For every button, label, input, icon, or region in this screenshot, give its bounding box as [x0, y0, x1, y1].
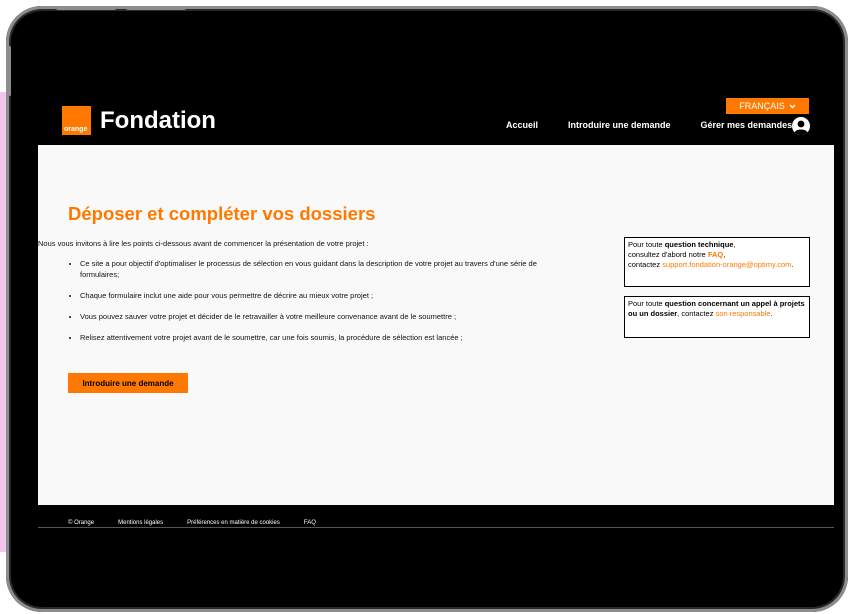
help-text: .: [791, 259, 794, 269]
footer-links: © Orange Mentions légales Préférences en…: [68, 520, 316, 526]
instructions-list: Ce site a pour objectif d'optimaliser le…: [80, 259, 570, 353]
list-item: Ce site a pour objectif d'optimaliser le…: [80, 259, 570, 281]
help-text: ,: [723, 249, 726, 259]
orange-logo[interactable]: orange: [62, 106, 91, 135]
footer-link-copyright[interactable]: © Orange: [68, 520, 94, 526]
project-help-box: Pour toute question concernant un appel …: [624, 296, 810, 338]
help-text: consultez d'abord notre: [628, 249, 708, 259]
help-text: ,: [733, 240, 736, 249]
list-item: Chaque formulaire inclut une aide pour v…: [80, 291, 570, 302]
help-text: Pour toute: [628, 299, 665, 308]
tablet-side-button: [8, 46, 11, 96]
logo-small-text: orange: [64, 126, 88, 133]
help-bold-text: question technique: [664, 240, 734, 249]
main-nav: Accueil Introduire une demande Gérer mes…: [506, 120, 792, 130]
nav-accueil[interactable]: Accueil: [506, 120, 538, 130]
tablet-volume-button-2: [126, 6, 186, 10]
screen: orange Fondation FRANÇAIS Accueil Introd…: [38, 66, 834, 586]
nav-gerer-demandes[interactable]: Gérer mes demandes: [701, 120, 793, 130]
tablet-frame: orange Fondation FRANÇAIS Accueil Introd…: [6, 6, 848, 612]
footer-link-mentions[interactable]: Mentions légales: [118, 520, 163, 526]
technical-help-box: Pour toute question technique, consultez…: [624, 237, 810, 287]
faq-link[interactable]: FAQ: [708, 250, 723, 259]
footer-link-faq[interactable]: FAQ: [304, 520, 316, 526]
page-title: Déposer et compléter vos dossiers: [68, 203, 376, 224]
responsable-link[interactable]: son responsable: [716, 309, 771, 318]
main-content: Déposer et compléter vos dossiers Nous v…: [38, 145, 834, 505]
list-item: Relisez attentivement votre projet avant…: [80, 333, 570, 344]
introduire-demande-button[interactable]: Introduire une demande: [68, 373, 188, 393]
help-text: , contactez: [677, 308, 716, 318]
language-label: FRANÇAIS: [739, 101, 785, 111]
help-text: .: [770, 308, 773, 318]
chevron-down-icon: [789, 104, 796, 108]
footer-link-cookies[interactable]: Préférences en matière de cookies: [187, 520, 280, 526]
help-text: contactez: [628, 259, 663, 269]
user-circle-icon[interactable]: [792, 117, 810, 135]
footer-divider: [38, 527, 834, 528]
nav-introduire-demande[interactable]: Introduire une demande: [568, 120, 671, 130]
site-title: Fondation: [100, 107, 216, 134]
help-text: Pour toute: [628, 240, 665, 249]
user-silhouette-icon: [794, 120, 808, 135]
list-item: Vous pouvez sauver votre projet et décid…: [80, 312, 570, 323]
support-email-link[interactable]: support.fondation-orange@optimy.com: [662, 260, 791, 269]
intro-text: Nous vous invitons à lire les points ci-…: [38, 239, 369, 248]
language-selector[interactable]: FRANÇAIS: [726, 98, 809, 114]
tablet-volume-button: [56, 6, 116, 10]
footer: © Orange Mentions légales Préférences en…: [38, 505, 834, 586]
